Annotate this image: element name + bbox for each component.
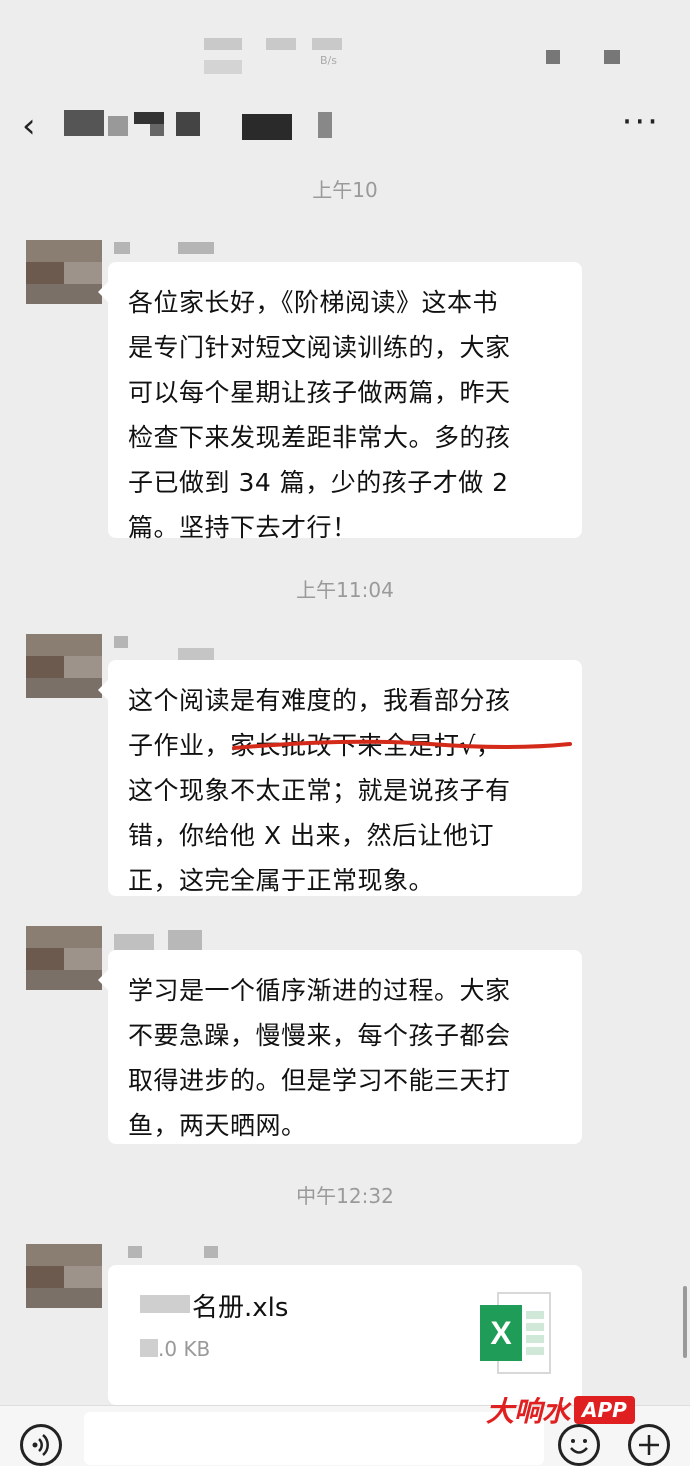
message-line: 篇。坚持下去才行！ [128,513,358,542]
file-message-bubble[interactable]: 名册.xls .0 KB X [108,1265,582,1405]
message-line: 取得进步的。但是学习不能三天打 [128,1066,511,1095]
excel-icon-letter: X [490,1315,512,1351]
timestamp: 上午11:04 [296,578,394,602]
excel-icon: X [480,1292,551,1374]
message-bubble[interactable]: 学习是一个循序渐进的过程。大家 不要急躁，慢慢来，每个孩子都会 取得进步的。但是… [98,950,582,1144]
message-line: 可以每个星期让孩子做两篇，昨天 [128,378,511,407]
voice-icon[interactable] [20,1424,62,1466]
message-line: 各位家长好，《阶梯阅读》这本书 [128,288,499,317]
message-line: 鱼，两天晒网。 [128,1111,307,1140]
avatar[interactable] [26,1244,102,1308]
status-bar: B/s [0,0,690,90]
blurred-status [204,38,242,50]
red-underline-annotation [232,739,572,750]
plus-icon[interactable] [628,1424,670,1466]
message-input[interactable] [84,1412,544,1465]
message-line: 这个阅读是有难度的，我看部分孩 [128,686,511,715]
app-watermark: 大响水 APP [486,1390,635,1428]
watermark-text: 大响水 [486,1395,571,1428]
file-size: .0 KB [158,1337,211,1361]
message-bubble[interactable]: 各位家长好，《阶梯阅读》这本书 是专门针对短文阅读训练的，大家 可以每个星期让孩… [98,262,582,542]
avatar[interactable] [26,240,102,304]
more-options-button[interactable]: ··· [622,102,660,142]
file-name: 名册.xls [192,1293,289,1323]
message-line: 不要急躁，慢慢来，每个孩子都会 [128,1021,511,1050]
avatar[interactable] [26,634,102,698]
blurred-status [266,38,296,50]
message-line: 这个现象不太正常；就是说孩子有 [128,776,511,805]
message-line: 是专门针对短文阅读训练的，大家 [128,333,511,362]
scrollbar[interactable] [683,1286,687,1358]
emoji-icon[interactable] [558,1424,600,1466]
blurred-filesize-prefix [140,1339,158,1357]
message-line: 正，这完全属于正常现象。 [128,866,435,895]
message-bubble[interactable]: 这个阅读是有难度的，我看部分孩 子作业，家长批改下来全是打√， 这个现象不太正常… [98,660,582,896]
timestamp: 中午12:32 [296,1184,394,1208]
message-line: 检查下来发现差距非常大。多的孩 [128,423,511,452]
chevron-left-icon[interactable]: ‹ [22,106,36,146]
watermark-app-badge: APP [574,1396,635,1424]
status-icon [546,50,560,64]
blurred-status [204,60,242,74]
battery-icon [604,50,620,64]
timestamp: 上午10 [312,178,378,202]
avatar[interactable] [26,926,102,990]
message-line: 错，你给他 X 出来，然后让他订 [128,821,495,850]
message-line: 子已做到 34 篇，少的孩子才做 2 [128,468,509,497]
network-speed: B/s [320,54,337,67]
blurred-filename-prefix [140,1295,190,1313]
blurred-status [312,38,342,50]
message-line: 学习是一个循序渐进的过程。大家 [128,976,511,1005]
